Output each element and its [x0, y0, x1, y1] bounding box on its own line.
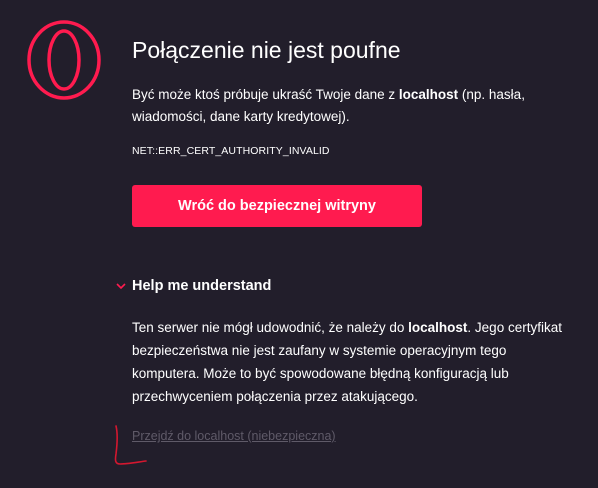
error-description: Być może ktoś próbuje ukraść Twoje dane … — [132, 84, 562, 128]
opera-logo-icon — [27, 20, 101, 100]
chevron-down-icon — [116, 283, 126, 290]
details-host: localhost — [408, 320, 468, 335]
help-me-understand-toggle[interactable]: Help me understand — [114, 278, 271, 294]
error-code: NET::ERR_CERT_AUTHORITY_INVALID — [132, 145, 330, 157]
details-text: Ten serwer nie mógł udowodnić, że należy… — [132, 316, 572, 408]
host-name: localhost — [398, 87, 459, 102]
proceed-unsafe-link[interactable]: Przejdź do localhost (niebezpieczna) — [132, 429, 336, 443]
back-to-safety-button[interactable]: Wróć do bezpiecznej witryny — [132, 185, 422, 227]
help-title: Help me understand — [132, 278, 272, 294]
red-annotation-mark — [114, 425, 147, 465]
details-prefix: Ten serwer nie mógł udowodnić, że należy… — [132, 320, 409, 335]
description-prefix: Być może ktoś próbuje ukraść Twoje dane … — [132, 87, 399, 102]
page-title: Połączenie nie jest poufne — [132, 37, 401, 63]
